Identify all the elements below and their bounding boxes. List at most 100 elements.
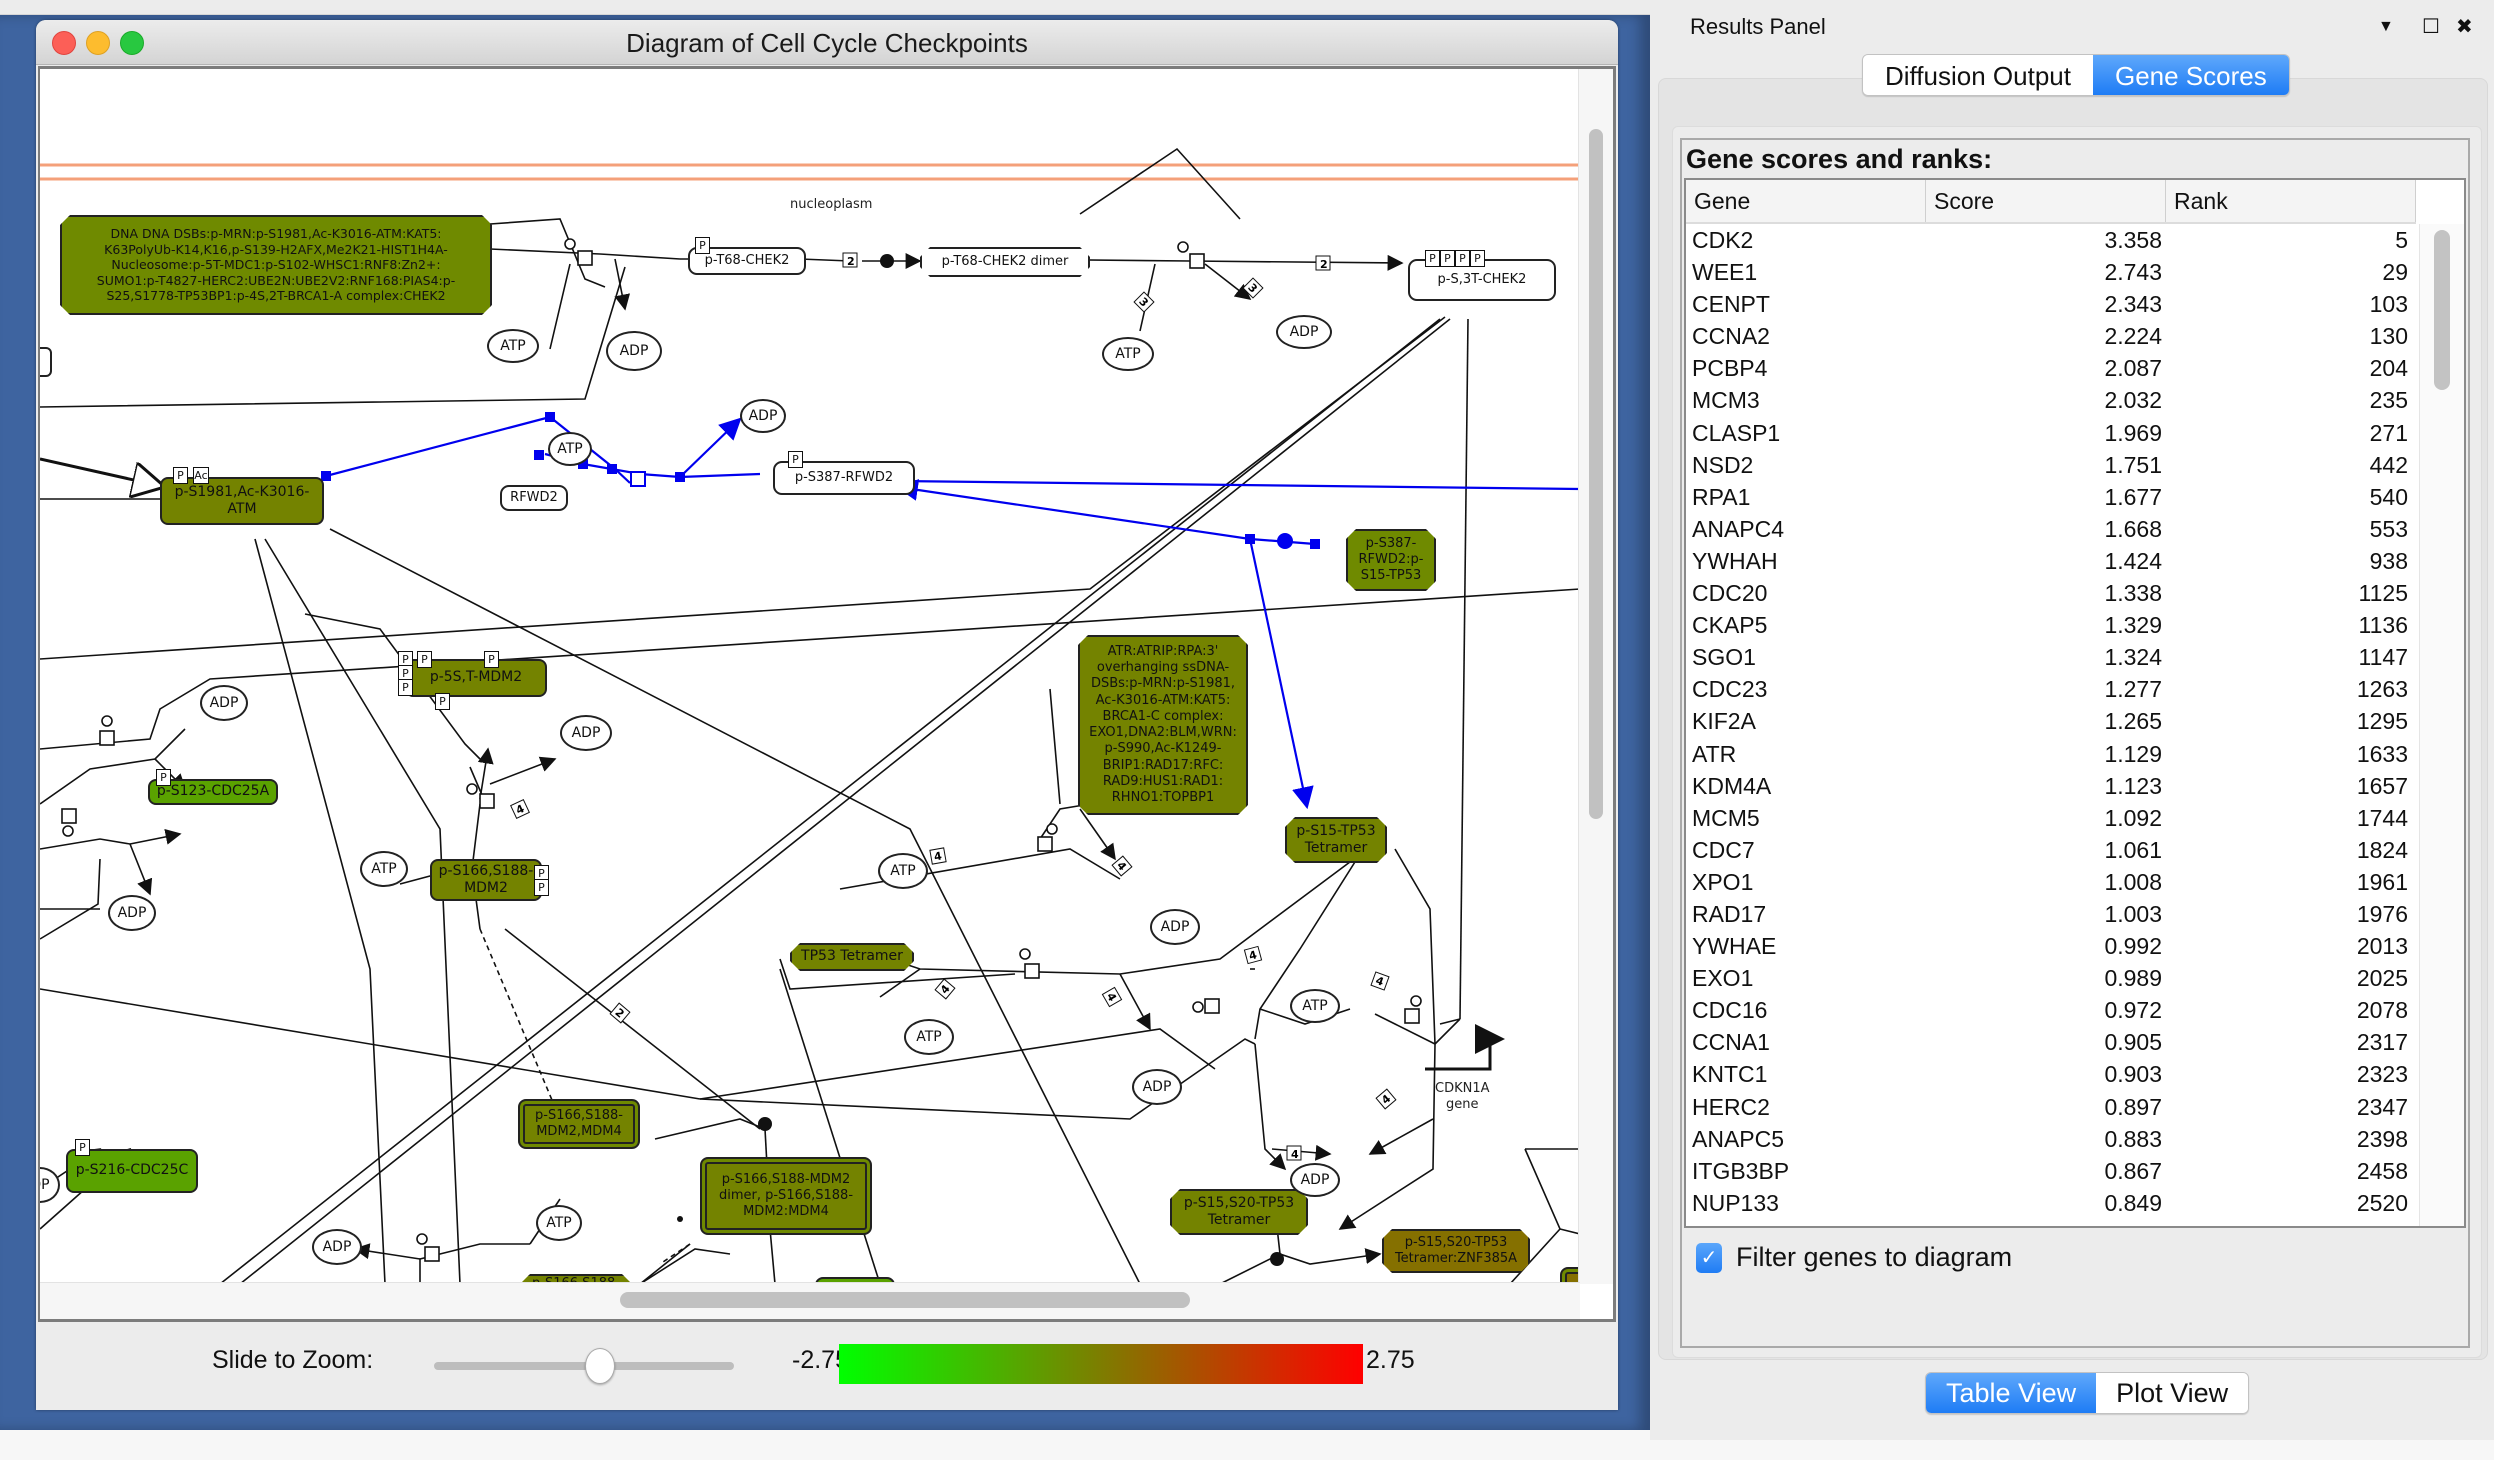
node-p-s1981-atm[interactable]: p-S1981,Ac-K3016- ATM (160, 477, 324, 525)
table-vertical-scrollbar[interactable] (2419, 224, 2464, 1226)
node-partial-left[interactable] (40, 347, 52, 377)
table-row[interactable]: RAD17 1.003 1976 (1686, 898, 2416, 930)
molecule-atp[interactable]: ATP (1290, 989, 1340, 1023)
table-row[interactable]: PCBP4 2.087 204 (1686, 352, 2416, 384)
horizontal-scroll-thumb[interactable] (620, 1292, 1190, 1308)
cell-rank: 2398 (2356, 1125, 2408, 1152)
gene-scores-group: Gene scores and ranks: Gene Score Rank C… (1680, 138, 2470, 1348)
table-row[interactable]: KNTC1 0.903 2323 (1686, 1058, 2416, 1090)
table-row[interactable]: ANAPC5 0.883 2398 (1686, 1123, 2416, 1155)
table-row[interactable]: KDM4A 1.123 1657 (1686, 770, 2416, 802)
results-panel-title: Results Panel (1690, 14, 1826, 39)
node-tp53-tetramer[interactable]: TP53 Tetramer (790, 943, 914, 971)
table-row[interactable]: RPA1 1.677 540 (1686, 481, 2416, 513)
table-row[interactable]: EXO1 0.989 2025 (1686, 962, 2416, 994)
molecule-adp[interactable]: ADP (1290, 1163, 1340, 1197)
table-row[interactable]: KIF2A 1.265 1295 (1686, 705, 2416, 737)
table-row[interactable]: NSD2 1.751 442 (1686, 449, 2416, 481)
molecule-adp[interactable]: ADP (560, 715, 612, 751)
molecule-adp[interactable]: ADP (108, 895, 156, 931)
table-row[interactable]: ITGB3BP 0.867 2458 (1686, 1155, 2416, 1187)
cell-rank: 553 (2369, 515, 2408, 542)
cell-gene: CENPK (1686, 1219, 1926, 1226)
molecule-atp[interactable]: ATP (1102, 337, 1154, 371)
table-row[interactable]: SGO1 1.324 1147 (1686, 641, 2416, 673)
float-panel-icon[interactable]: ☐ (2422, 14, 2440, 39)
table-row[interactable]: XPO1 1.008 1961 (1686, 866, 2416, 898)
node-rfwd2[interactable]: RFWD2 (500, 485, 568, 511)
table-row[interactable]: CDC23 1.277 1263 (1686, 673, 2416, 705)
close-panel-icon[interactable]: ✖ (2456, 14, 2473, 39)
molecule-adp[interactable]: ADP (200, 685, 248, 721)
table-view-button[interactable]: Table View (1926, 1373, 2097, 1413)
pathway-diagram-canvas[interactable]: 2 2 3 3 4 4 2 4 4 4 4 4 4 4 4 nucleop (40, 69, 1580, 1284)
node-p-t68-chek2-dimer[interactable]: p-T68-CHEK2 dimer (920, 247, 1090, 277)
molecule-atp[interactable]: ATP (904, 1019, 954, 1055)
column-header-rank[interactable]: Rank (2166, 180, 2416, 222)
table-row[interactable]: MCM3 2.032 235 (1686, 384, 2416, 416)
molecule-atp[interactable]: ATP (878, 853, 928, 889)
table-row[interactable]: WEE1 2.743 29 (1686, 256, 2416, 288)
panel-menu-icon[interactable]: ▼ (2378, 18, 2394, 36)
table-scroll-thumb[interactable] (2434, 230, 2450, 390)
table-row[interactable]: CDC16 0.972 2078 (1686, 994, 2416, 1026)
zoom-slider[interactable] (434, 1362, 734, 1370)
node-mdm2-dimer-mdm4[interactable]: p-S166,S188-MDM2 dimer, p-S166,S188- MDM… (700, 1157, 872, 1235)
table-row[interactable]: NUP133 0.849 2520 (1686, 1187, 2416, 1219)
vertical-scroll-thumb[interactable] (1589, 129, 1603, 819)
molecule-atp[interactable]: ATP (536, 1205, 582, 1241)
zoom-slider-knob[interactable] (585, 1348, 615, 1384)
diagram-vertical-scrollbar[interactable] (1578, 69, 1613, 1284)
molecule-adp[interactable]: ADP (1132, 1069, 1182, 1105)
svg-text:2: 2 (847, 255, 855, 268)
modification-p: P (398, 679, 413, 696)
molecule-adp[interactable]: ADP (312, 1229, 362, 1265)
table-row[interactable]: ATR 1.129 1633 (1686, 738, 2416, 770)
table-row[interactable]: CCNA2 2.224 130 (1686, 320, 2416, 352)
cell-rank: 235 (2369, 387, 2408, 414)
node-atr-complex[interactable]: ATR:ATRIP:RPA:3' overhanging ssDNA- DSBs… (1078, 635, 1248, 815)
cell-score: 1.329 (2104, 612, 2162, 639)
column-header-score[interactable]: Score (1926, 180, 2166, 222)
gene-scores-table: Gene Score Rank CDK2 3.358 5 WEE1 2.743 29 CEN… (1684, 178, 2466, 1228)
table-row[interactable]: CENPK0.8222630 (1686, 1219, 2416, 1226)
molecule-adp[interactable]: ADP (740, 399, 786, 433)
node-p-s15-tp53-tetramer[interactable]: p-S15-TP53 Tetramer (1285, 817, 1387, 863)
table-row[interactable]: CDC7 1.061 1824 (1686, 834, 2416, 866)
diagram-horizontal-scrollbar[interactable] (40, 1282, 1580, 1319)
node-mdm2-mdm4[interactable]: p-S166,S188- MDM2,MDM4 (518, 1099, 640, 1149)
node-p-s15-s20-tp53-tetramer[interactable]: p-S15,S20-TP53 Tetramer (1170, 1189, 1308, 1235)
table-row[interactable]: CKAP5 1.329 1136 (1686, 609, 2416, 641)
tab-diffusion-output[interactable]: Diffusion Output (1863, 55, 2093, 95)
table-row[interactable]: ANAPC4 1.668 553 (1686, 513, 2416, 545)
cell-gene: KNTC1 (1692, 1061, 1768, 1088)
molecule-adp[interactable]: ADP (606, 331, 662, 371)
filter-genes-row[interactable]: ✓ Filter genes to diagram (1696, 1242, 2012, 1273)
node-dna-dsb-complex[interactable]: DNA DNA DSBs:p-MRN:p-S1981,Ac-K3016-ATM:… (60, 215, 492, 315)
tab-gene-scores[interactable]: Gene Scores (2092, 55, 2289, 95)
table-row[interactable]: CDC20 1.338 1125 (1686, 577, 2416, 609)
filter-genes-checkbox[interactable]: ✓ (1696, 1242, 1722, 1273)
table-row[interactable]: HERC2 0.897 2347 (1686, 1091, 2416, 1123)
table-row[interactable]: YWHAH 1.424 938 (1686, 545, 2416, 577)
table-row[interactable]: CDK2 3.358 5 (1686, 224, 2416, 256)
table-row[interactable]: YWHAE 0.992 2013 (1686, 930, 2416, 962)
molecule-adp[interactable]: ADP (1150, 909, 1200, 945)
molecule-atp[interactable]: ATP (548, 432, 592, 466)
node-p-s166-s188-mdm2[interactable]: p-S166,S188- MDM2 (430, 859, 542, 901)
molecule-atp[interactable]: ATP (487, 329, 539, 363)
table-row[interactable]: MCM5 1.092 1744 (1686, 802, 2416, 834)
molecule-atp[interactable]: ATP (360, 851, 408, 887)
plot-view-button[interactable]: Plot View (2096, 1373, 2249, 1413)
diagram-window: Diagram of Cell Cycle Checkpoints 2 2 3 … (36, 20, 1618, 1410)
table-row[interactable]: CENPT 2.343 103 (1686, 288, 2416, 320)
table-row[interactable]: CLASP1 1.969 271 (1686, 417, 2416, 449)
node-p-s387-rfwd2-tp53[interactable]: p-S387- RFWD2:p- S15-TP53 (1346, 529, 1436, 591)
column-header-gene[interactable]: Gene (1686, 180, 1926, 222)
cell-gene: PCBP4 (1692, 355, 1768, 382)
window-titlebar[interactable]: Diagram of Cell Cycle Checkpoints (36, 20, 1618, 65)
molecule-adp[interactable]: ADP (1276, 315, 1332, 349)
node-tp53-znf385a[interactable]: p-S15,S20-TP53 Tetramer:ZNF385A (1382, 1229, 1530, 1273)
table-row[interactable]: CCNA1 0.905 2317 (1686, 1026, 2416, 1058)
zoom-label: Slide to Zoom: (212, 1346, 374, 1374)
